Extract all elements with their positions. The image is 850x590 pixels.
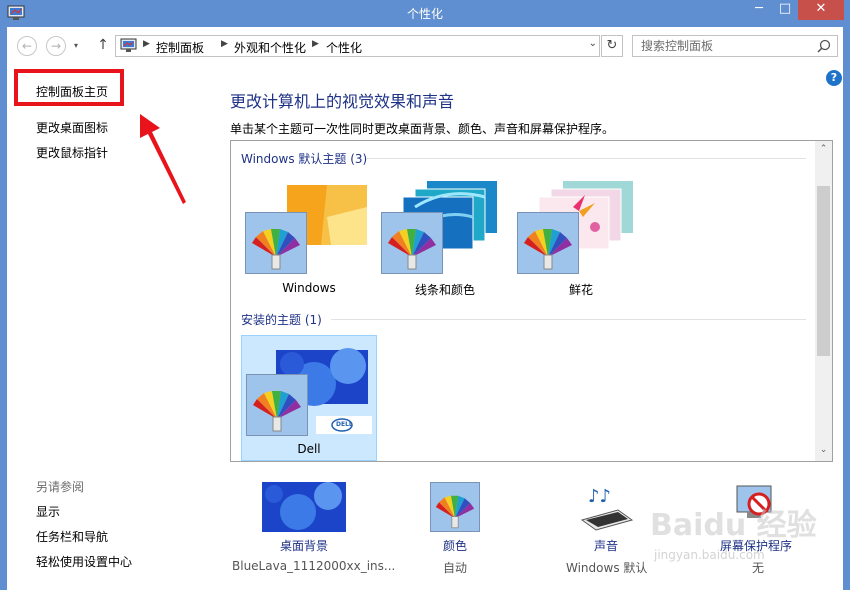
svg-text:♪♪: ♪♪ — [588, 486, 611, 507]
group-divider — [331, 319, 806, 320]
color-palette-icon — [245, 212, 307, 274]
group-installed-themes: 安装的主题 (1) — [241, 313, 322, 327]
theme-dell[interactable]: DELL Dell — [241, 335, 377, 461]
help-icon[interactable]: ? — [826, 70, 842, 86]
theme-lines-and-colors[interactable]: 线条和颜色 — [377, 177, 513, 303]
group-default-themes: Windows 默认主题 (3) — [241, 152, 368, 166]
scrollbar-thumb[interactable] — [817, 186, 830, 356]
desktop-background-button[interactable] — [262, 482, 346, 532]
search-icon[interactable] — [817, 39, 831, 53]
sound-button[interactable]: ♪♪ — [578, 482, 634, 532]
change-mouse-pointer-link[interactable]: 更改鼠标指针 — [36, 144, 108, 161]
window-title: 个性化 — [406, 7, 443, 21]
address-dropdown-button[interactable]: ⌄ — [589, 38, 597, 49]
scroll-up-arrow-icon[interactable]: ⌃ — [815, 144, 832, 154]
desktop-background-value: BlueLava_1112000xx_ins... — [232, 559, 396, 573]
annotation-arrow-icon — [140, 114, 186, 204]
scroll-down-arrow-icon[interactable]: ⌄ — [815, 445, 832, 455]
theme-windows[interactable]: Windows — [241, 177, 377, 303]
screensaver-value: 无 — [752, 561, 765, 575]
screensaver-icon — [736, 485, 772, 518]
chevron-right-icon[interactable]: ▶ — [221, 39, 228, 49]
ease-of-access-link[interactable]: 轻松使用设置中心 — [36, 553, 132, 570]
vertical-scrollbar[interactable]: ⌃ ⌄ — [815, 141, 832, 461]
breadcrumb-appearance[interactable]: 外观和个性化 — [234, 39, 306, 56]
forward-button[interactable]: → — [46, 36, 66, 56]
display-link[interactable]: 显示 — [36, 503, 60, 520]
taskbar-navigation-link[interactable]: 任务栏和导航 — [36, 528, 108, 545]
search-input[interactable] — [633, 36, 813, 56]
sound-icon: ♪♪ — [580, 486, 634, 531]
navigation-bar: ← → ▾ ↑ ▶ 控制面板 ▶ 外观和个性化 ▶ 个性化 ⌄ ↻ — [7, 27, 843, 65]
group-divider — [366, 158, 806, 159]
chevron-right-icon[interactable]: ▶ — [143, 39, 150, 49]
chevron-right-icon[interactable]: ▶ — [312, 39, 319, 49]
dell-logo: DELL — [336, 421, 353, 428]
breadcrumb-control-panel[interactable]: 控制面板 — [156, 39, 204, 56]
change-desktop-icons-link[interactable]: 更改桌面图标 — [36, 119, 108, 136]
color-palette-icon — [246, 374, 308, 436]
desktop-background-icon — [262, 482, 346, 532]
color-label[interactable]: 颜色 — [443, 537, 467, 554]
screensaver-label[interactable]: 屏幕保护程序 — [720, 537, 792, 554]
control-panel-icon — [120, 38, 137, 52]
screensaver-button[interactable] — [735, 482, 775, 532]
search-box[interactable] — [632, 35, 838, 57]
theme-label: Dell — [297, 442, 321, 456]
color-palette-icon — [381, 212, 443, 274]
recent-locations-button[interactable]: ▾ — [70, 36, 82, 56]
desktop-background-label[interactable]: 桌面背景 — [280, 537, 328, 554]
theme-label: 鲜花 — [568, 283, 593, 297]
color-button[interactable] — [430, 482, 480, 532]
minimize-button[interactable]: ─ — [746, 0, 772, 20]
close-button[interactable]: ✕ — [798, 0, 844, 20]
theme-flowers[interactable]: 鲜花 — [513, 177, 649, 303]
control-panel-home-link[interactable]: 控制面板主页 — [36, 83, 108, 100]
breadcrumb-personalization[interactable]: 个性化 — [326, 39, 362, 56]
see-also-heading: 另请参阅 — [36, 480, 85, 494]
page-description: 单击某个主题可一次性同时更改桌面背景、颜色、声音和屏幕保护程序。 — [230, 122, 615, 136]
title-bar: 个性化 ─ □ ✕ — [0, 0, 850, 27]
up-button[interactable]: ↑ — [93, 36, 113, 56]
address-bar[interactable]: ▶ 控制面板 ▶ 外观和个性化 ▶ 个性化 ⌄ — [115, 35, 600, 57]
sound-label[interactable]: 声音 — [594, 537, 618, 554]
theme-label: 线条和颜色 — [414, 283, 475, 297]
color-palette-icon — [517, 212, 579, 274]
color-value: 自动 — [443, 561, 468, 575]
maximize-button[interactable]: □ — [772, 0, 798, 20]
theme-label: Windows — [282, 281, 336, 295]
back-button[interactable]: ← — [17, 36, 37, 56]
sound-value: Windows 默认 — [566, 561, 648, 575]
theme-list: Windows 默认主题 (3) Windows 线条和颜色 鲜花 安装的主题 … — [230, 140, 833, 462]
refresh-button[interactable]: ↻ — [601, 35, 623, 57]
page-title: 更改计算机上的视觉效果和声音 — [230, 92, 455, 111]
color-palette-icon — [430, 482, 480, 532]
